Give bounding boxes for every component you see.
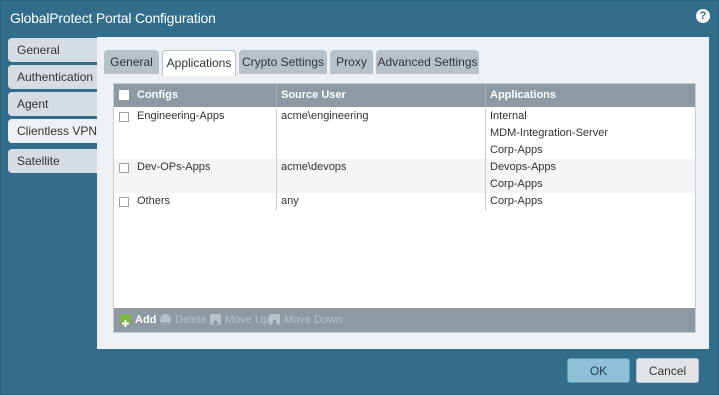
delete-button-label: Delete bbox=[175, 314, 207, 326]
sidebar-item-label: Agent bbox=[17, 97, 49, 111]
table-toolbar: Add Delete Move Up Move Down bbox=[114, 308, 695, 332]
tab-label: General bbox=[110, 55, 153, 69]
table-header: Configs Source User Applications bbox=[114, 84, 695, 107]
tab-proxy[interactable]: Proxy bbox=[330, 50, 373, 74]
column-divider bbox=[485, 108, 486, 210]
tab-label: Crypto Settings bbox=[241, 55, 325, 69]
dialog-title: GlobalProtect Portal Configuration bbox=[10, 10, 216, 26]
cancel-button[interactable]: Cancel bbox=[636, 358, 699, 383]
select-all-checkbox[interactable] bbox=[119, 90, 129, 100]
column-divider bbox=[485, 84, 486, 107]
source-user: acme\engineering bbox=[281, 110, 369, 122]
tab-advanced-settings[interactable]: Advanced Settings bbox=[376, 50, 479, 74]
table-row[interactable] bbox=[114, 193, 695, 210]
sidebar-item-satellite[interactable]: Satellite bbox=[8, 149, 97, 173]
arrow-up-icon bbox=[210, 314, 221, 327]
help-icon[interactable]: ? bbox=[696, 9, 710, 23]
sidebar-item-label: General bbox=[17, 43, 60, 57]
row-checkbox[interactable] bbox=[119, 197, 129, 207]
sidebar-item-clientless-vpn[interactable]: Clientless VPN bbox=[8, 119, 101, 143]
content-panel: General Applications Crypto Settings Pro… bbox=[97, 37, 709, 349]
sidebar-item-general[interactable]: General bbox=[8, 38, 97, 62]
title-bar: GlobalProtect Portal Configuration ? bbox=[1, 1, 718, 35]
column-header-applications[interactable]: Applications bbox=[490, 84, 556, 107]
config-name[interactable]: Others bbox=[137, 193, 170, 210]
source-user: any bbox=[281, 195, 299, 207]
sidebar-item-label: Satellite bbox=[17, 154, 60, 168]
application: Corp-Apps bbox=[490, 178, 543, 190]
config-name[interactable]: Engineering-Apps bbox=[137, 108, 224, 125]
move-down-button-label: Move Down bbox=[284, 314, 343, 326]
sidebar-item-agent[interactable]: Agent bbox=[8, 92, 97, 116]
sidebar-item-authentication[interactable]: Authentication bbox=[8, 65, 97, 89]
application: Devops-Apps bbox=[490, 161, 557, 173]
application: Internal bbox=[490, 110, 527, 122]
row-checkbox[interactable] bbox=[119, 163, 129, 173]
applications-table: Configs Source User Applications Enginee… bbox=[113, 83, 696, 333]
application: Corp-Apps bbox=[490, 144, 543, 156]
column-divider bbox=[276, 84, 277, 107]
add-icon bbox=[120, 314, 131, 327]
tab-general[interactable]: General bbox=[104, 50, 159, 74]
tab-label: Advanced Settings bbox=[377, 55, 478, 69]
application: Corp-Apps bbox=[490, 195, 543, 207]
arrow-down-icon bbox=[269, 314, 280, 327]
column-header-configs[interactable]: Configs bbox=[137, 84, 178, 107]
ok-button[interactable]: OK bbox=[567, 358, 630, 383]
source-user: acme\devops bbox=[281, 161, 347, 173]
add-button-label: Add bbox=[135, 314, 157, 326]
sidebar-item-label: Authentication bbox=[17, 70, 94, 84]
tab-label: Applications bbox=[166, 56, 232, 70]
move-up-button-label: Move Up bbox=[225, 314, 270, 326]
column-divider bbox=[276, 108, 277, 210]
sidebar-item-label: Clientless VPN bbox=[17, 124, 98, 138]
tab-label: Proxy bbox=[336, 55, 367, 69]
tab-crypto-settings[interactable]: Crypto Settings bbox=[239, 50, 327, 74]
row-checkbox[interactable] bbox=[119, 112, 129, 122]
delete-icon bbox=[160, 314, 171, 325]
portal-config-dialog: GlobalProtect Portal Configuration ? Gen… bbox=[0, 0, 719, 395]
column-header-source-user[interactable]: Source User bbox=[281, 84, 346, 107]
application: MDM-Integration-Server bbox=[490, 127, 608, 139]
tab-applications[interactable]: Applications bbox=[162, 50, 236, 76]
config-name[interactable]: Dev-OPs-Apps bbox=[137, 159, 210, 176]
